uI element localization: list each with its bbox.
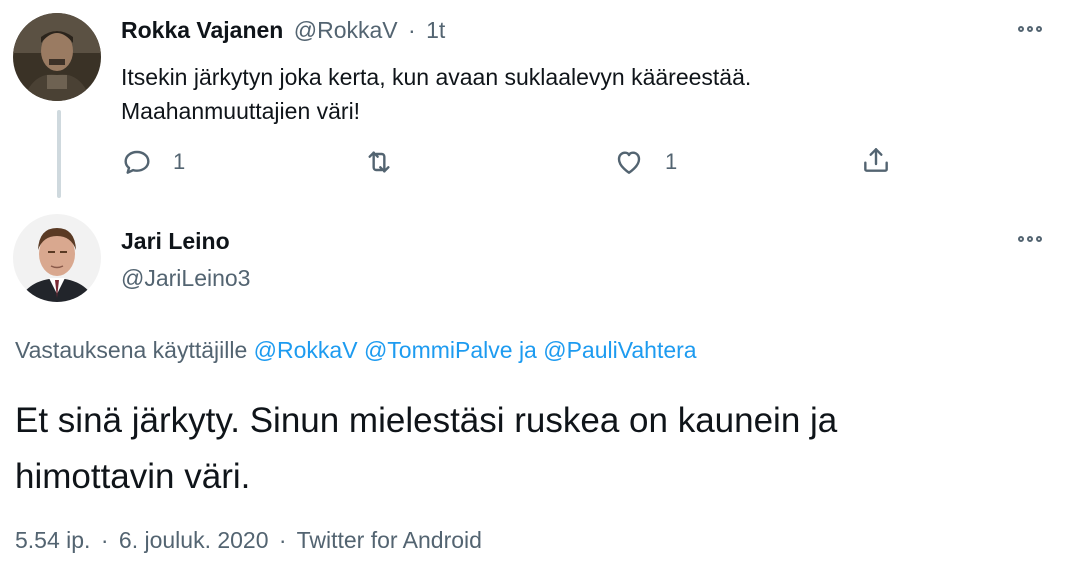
like-count: 1 — [665, 149, 678, 174]
tweet-time[interactable]: 1t — [426, 17, 445, 43]
like-icon — [617, 151, 641, 174]
tweet-source: Twitter for Android — [296, 527, 482, 553]
mention-paulivahtera[interactable]: @PauliVahtera — [543, 337, 696, 363]
reply-text: Itsekin järkytyn joka kerta, kun avaan s… — [121, 60, 751, 128]
reply-text-line1: Itsekin järkytyn joka kerta, kun avaan s… — [121, 64, 752, 90]
reply-action[interactable]: 1 — [121, 146, 185, 178]
reply-icon — [124, 150, 150, 174]
retweet-icon — [368, 151, 390, 173]
tweet-timestamp[interactable]: 5.54 ip. — [15, 527, 90, 553]
author-name[interactable]: Rokka Vajanen — [121, 17, 283, 43]
tweet-meta: 5.54 ip. · 6. jouluk. 2020 · Twitter for… — [15, 527, 482, 554]
mention-rokkav[interactable]: @RokkaV — [254, 337, 358, 363]
avatar-jari[interactable] — [13, 214, 101, 302]
like-action[interactable]: 1 — [613, 146, 677, 178]
reply-count: 1 — [173, 149, 186, 174]
share-action[interactable] — [860, 144, 892, 176]
main-text-line1: Et sinä järkyty. Sinun mielestäsi ruskea… — [15, 401, 838, 440]
more-icon[interactable] — [1018, 236, 1042, 242]
tweet-date[interactable]: 6. jouluk. 2020 — [119, 527, 269, 553]
more-icon[interactable] — [1018, 26, 1042, 32]
mention-tommipalve[interactable]: @TommiPalve — [364, 337, 513, 363]
author-handle[interactable]: @RokkaV — [294, 17, 398, 43]
separator-dot: · — [408, 17, 416, 43]
author-name[interactable]: Jari Leino — [121, 228, 230, 255]
reply-text-line2: Maahanmuuttajien väri! — [121, 98, 361, 124]
share-icon — [864, 148, 888, 172]
meta-dot: · — [100, 527, 109, 553]
avatar-rokka[interactable] — [13, 13, 101, 101]
replying-to: Vastauksena käyttäjille @RokkaV @TommiPa… — [15, 337, 697, 364]
main-tweet-text: Et sinä järkyty. Sinun mielestäsi ruskea… — [15, 393, 837, 505]
meta-dot: · — [278, 527, 287, 553]
author-handle[interactable]: @JariLeino3 — [121, 265, 250, 292]
replying-prefix: Vastauksena käyttäjille — [15, 337, 248, 363]
main-text-line2: himottavin väri. — [15, 457, 251, 496]
thread-connector-line — [57, 110, 61, 198]
reply-header: Rokka Vajanen @RokkaV · 1t — [121, 17, 445, 44]
retweet-action[interactable] — [363, 146, 395, 178]
mention-joiner: ja — [518, 337, 537, 363]
